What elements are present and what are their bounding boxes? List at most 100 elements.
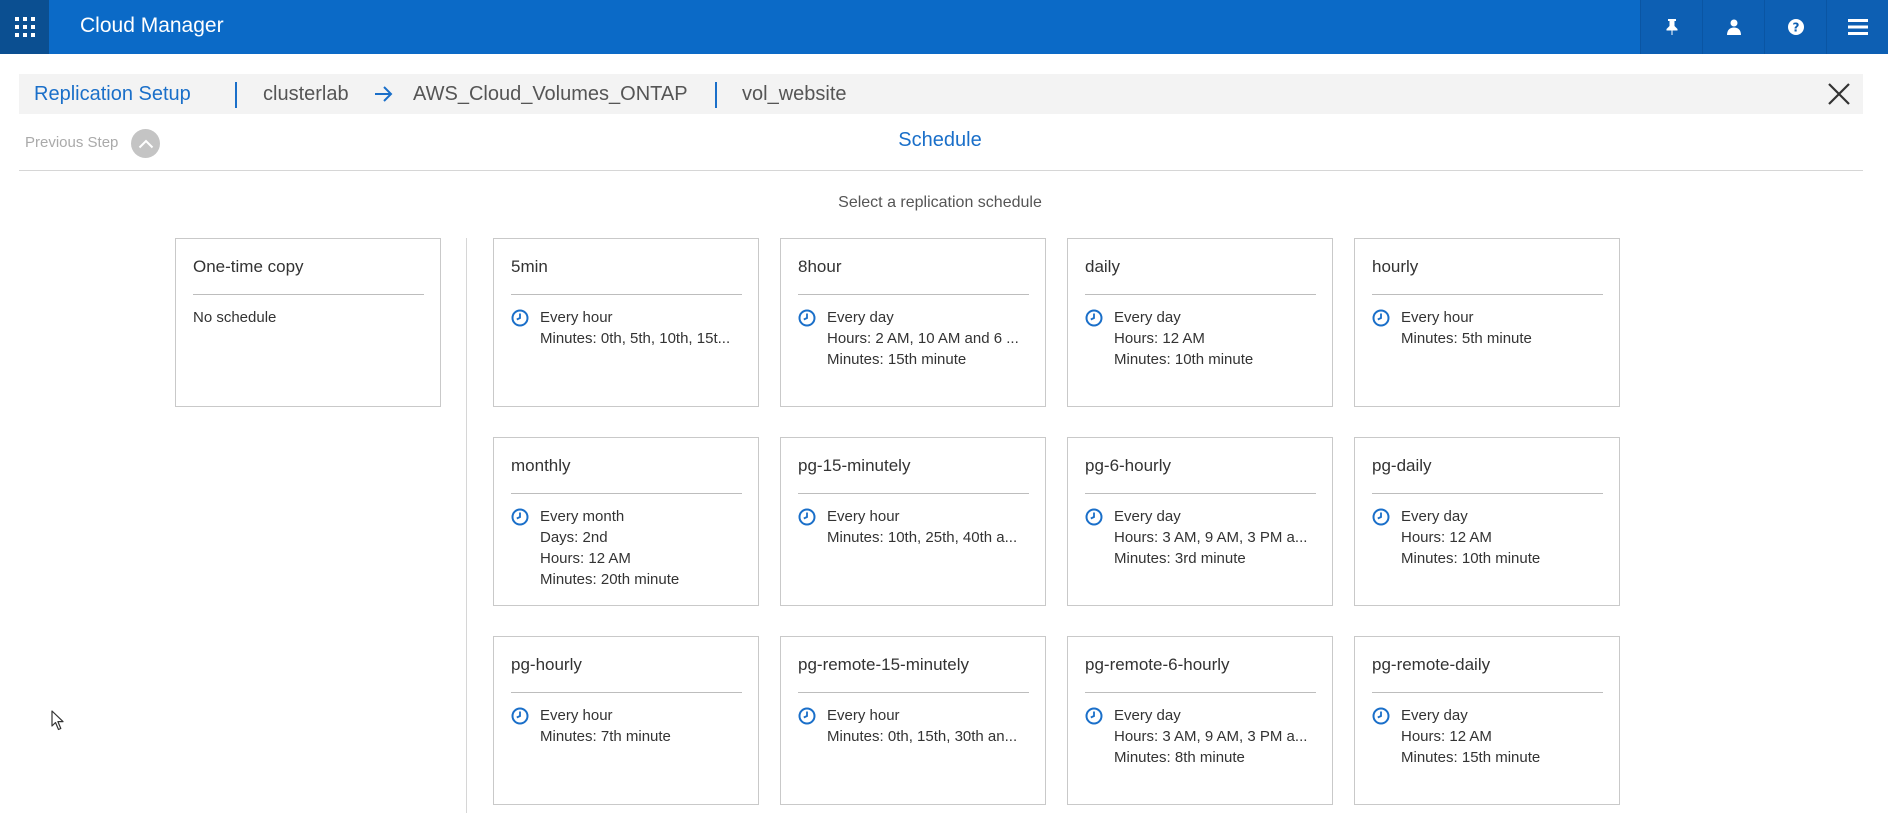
card-description: Every day Hours: 12 AM Minutes: 15th minut… — [1372, 705, 1603, 768]
arrow-right-icon — [375, 86, 393, 102]
card-divider — [511, 294, 742, 295]
card-line: Hours: 12 AM — [1401, 728, 1492, 745]
card-line: Hours: 3 AM, 9 AM, 3 PM a... — [1114, 728, 1308, 745]
schedule-card-hourly[interactable]: hourly Every hour Minutes: 5th minute — [1354, 238, 1620, 407]
pin-icon — [1666, 19, 1677, 35]
app-launcher-button[interactable] — [0, 0, 49, 54]
clock-icon — [798, 508, 816, 526]
card-divider — [1372, 692, 1603, 693]
clock-icon — [798, 309, 816, 327]
breadcrumb-separator — [235, 82, 237, 108]
schedule-card-daily[interactable]: daily Every day Hours: 12 AM Minutes: 10th … — [1067, 238, 1333, 407]
one-time-copy-card[interactable]: One-time copy No schedule — [175, 238, 441, 407]
card-description: Every hour Minutes: 5th minute — [1372, 307, 1603, 349]
breadcrumb-separator — [715, 82, 717, 108]
main-menu-button[interactable] — [1826, 0, 1888, 54]
card-line: Minutes: 7th minute — [540, 728, 671, 745]
clock-icon — [1085, 508, 1103, 526]
card-divider — [193, 294, 424, 295]
top-bar: Cloud Manager ? — [0, 0, 1888, 54]
card-title: pg-6-hourly — [1085, 456, 1171, 475]
card-line: Every day — [1114, 707, 1181, 724]
breadcrumb: Replication Setup clusterlab AWS_Cloud_V… — [19, 74, 1863, 114]
card-divider — [511, 692, 742, 693]
card-title: pg-hourly — [511, 655, 582, 674]
user-button[interactable] — [1702, 0, 1764, 54]
card-line: Days: 2nd — [540, 529, 608, 546]
card-line: Every hour — [827, 707, 900, 724]
card-title: daily — [1085, 257, 1120, 276]
card-description: Every day Hours: 3 AM, 9 AM, 3 PM a... Min… — [1085, 705, 1316, 768]
card-line: Minutes: 0th, 15th, 30th an... — [827, 728, 1018, 745]
clock-icon — [798, 707, 816, 725]
card-title: monthly — [511, 456, 571, 475]
card-title: 5min — [511, 257, 548, 276]
card-divider — [1372, 493, 1603, 494]
card-description: Every month Days: 2nd Hours: 12 AM Minutes:… — [511, 506, 742, 590]
instruction-text: Select a replication schedule — [838, 194, 1042, 211]
mouse-cursor-icon — [51, 710, 64, 731]
card-line: Hours: 2 AM, 10 AM and 6 ... — [827, 330, 1019, 347]
clock-icon — [1372, 707, 1390, 725]
card-divider — [798, 692, 1029, 693]
schedule-card-monthly[interactable]: monthly Every month Days: 2nd Hours: 12 AM M… — [493, 437, 759, 606]
card-title: hourly — [1372, 257, 1419, 276]
card-title: pg-remote-daily — [1372, 655, 1491, 674]
help-button[interactable]: ? — [1764, 0, 1826, 54]
grid-icon — [14, 17, 35, 37]
card-divider — [798, 493, 1029, 494]
card-line: Minutes: 0th, 5th, 10th, 15t... — [540, 330, 731, 347]
schedule-card-pg-daily[interactable]: pg-daily Every day Hours: 12 AM Minutes: 10… — [1354, 437, 1620, 606]
step-title: Schedule — [898, 129, 982, 151]
card-title: pg-remote-6-hourly — [1085, 655, 1230, 674]
app-title: Cloud Manager — [80, 14, 224, 37]
schedule-card-pg-hourly[interactable]: pg-hourly Every hour Minutes: 7th minute — [493, 636, 759, 805]
card-description: Every hour Minutes: 7th minute — [511, 705, 742, 747]
card-line: Minutes: 15th minute — [827, 351, 967, 368]
clock-icon — [1372, 309, 1390, 327]
card-divider — [1372, 294, 1603, 295]
card-divider — [1085, 493, 1316, 494]
card-line: Minutes: 8th minute — [1114, 749, 1245, 766]
card-title: One-time copy — [193, 257, 304, 276]
schedule-card-pg-15-minutely[interactable]: pg-15-minutely Every hour Minutes: 10th, 2… — [780, 437, 1046, 606]
card-line: Every day — [1114, 309, 1181, 326]
card-line: Hours: 12 AM — [540, 550, 631, 567]
card-line: Every day — [1401, 508, 1468, 525]
pin-button[interactable] — [1640, 0, 1702, 54]
schedule-card-pg-remote-6-hourly[interactable]: pg-remote-6-hourly Every day Hours: 3 AM, … — [1067, 636, 1333, 805]
card-line: Minutes: 5th minute — [1401, 330, 1532, 347]
clock-icon — [1085, 707, 1103, 725]
card-divider — [1085, 294, 1316, 295]
clock-icon — [1372, 508, 1390, 526]
close-icon[interactable] — [1825, 80, 1853, 108]
card-description: Every hour Minutes: 0th, 15th, 30th an... — [798, 705, 1029, 747]
card-line: Minutes: 10th minute — [1114, 351, 1254, 368]
card-description: Every day Hours: 12 AM Minutes: 10th minut… — [1085, 307, 1316, 370]
breadcrumb-title: Replication Setup — [34, 83, 191, 105]
card-description: Every hour Minutes: 0th, 5th, 10th, 15t..… — [511, 307, 742, 349]
card-divider — [1085, 692, 1316, 693]
schedule-card-5min[interactable]: 5min Every hour Minutes: 0th, 5th, 10th, 1… — [493, 238, 759, 407]
card-line: Hours: 12 AM — [1114, 330, 1205, 347]
card-description: Every day Hours: 2 AM, 10 AM and 6 ... Min… — [798, 307, 1029, 370]
card-title: pg-15-minutely — [798, 456, 911, 475]
card-line: Every hour — [1401, 309, 1474, 326]
card-description: Every hour Minutes: 10th, 25th, 40th a... — [798, 506, 1029, 548]
schedule-card-pg-remote-15-minutely[interactable]: pg-remote-15-minutely Every hour Minutes: … — [780, 636, 1046, 805]
breadcrumb-destination: AWS_Cloud_Volumes_ONTAP — [413, 83, 688, 105]
card-title: pg-daily — [1372, 456, 1432, 475]
card-line: Every day — [1114, 508, 1181, 525]
card-line: Minutes: 3rd minute — [1114, 550, 1246, 567]
clock-icon — [1085, 309, 1103, 327]
user-icon — [1726, 19, 1741, 35]
card-line: Minutes: 10th minute — [1401, 550, 1541, 567]
card-line: Minutes: 10th, 25th, 40th a... — [827, 529, 1018, 546]
card-line: No schedule — [193, 309, 277, 326]
card-divider — [511, 493, 742, 494]
card-line: Hours: 3 AM, 9 AM, 3 PM a... — [1114, 529, 1308, 546]
schedule-card-pg-6-hourly[interactable]: pg-6-hourly Every day Hours: 3 AM, 9 AM, 3… — [1067, 437, 1333, 606]
card-line: Minutes: 15th minute — [1401, 749, 1541, 766]
schedule-card-pg-remote-daily[interactable]: pg-remote-daily Every day Hours: 12 AM Minu… — [1354, 636, 1620, 805]
schedule-card-8hour[interactable]: 8hour Every day Hours: 2 AM, 10 AM and 6 .… — [780, 238, 1046, 407]
